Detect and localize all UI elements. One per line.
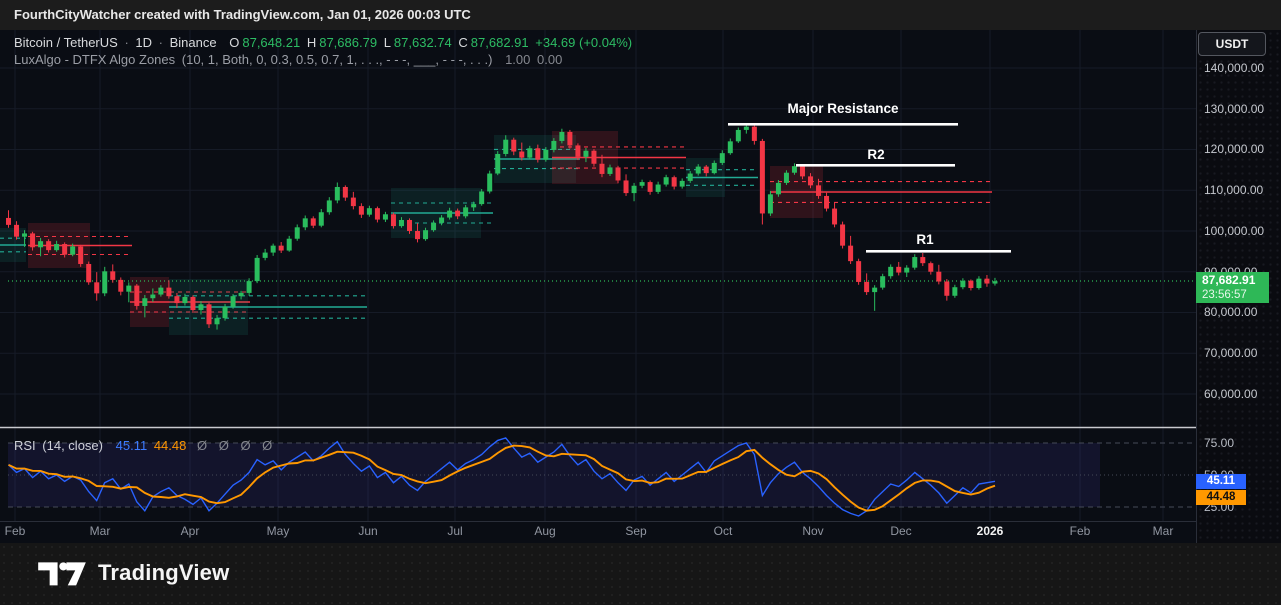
symbol-legend-row[interactable]: Bitcoin / TetherUS · 1D · Binance O87,64… [14, 35, 635, 50]
indicator-params: (10, 1, Both, 0, 0.3, 0.5, 0.7, 1, . . .… [182, 52, 493, 67]
rsi-params: (14, close) [42, 438, 103, 453]
rsi-ma-value: 44.48 [154, 438, 187, 453]
low-value: 87,632.74 [394, 35, 452, 50]
legend-separator: · [159, 35, 163, 50]
tradingview-logo[interactable]: TradingView [36, 558, 229, 588]
close-letter: C [458, 35, 467, 50]
current-price-badge: 87,682.91 23:56:57 [1196, 272, 1269, 303]
tradingview-brand-text: TradingView [98, 560, 229, 586]
indicator-legend-row[interactable]: LuxAlgo - DTFX Algo Zones (10, 1, Both, … [14, 52, 565, 67]
rsi-value: 45.11 [116, 438, 148, 453]
rsi-value-badge: 45.11 [1196, 474, 1246, 489]
exchange-label: Binance [170, 35, 217, 50]
rsi-hidden-values: Ø Ø Ø Ø [197, 438, 276, 453]
screenshot-title-bar: FourthCityWatcher created with TradingVi… [0, 0, 1281, 30]
current-price-value: 87,682.91 [1202, 273, 1269, 288]
rsi-legend-row[interactable]: RSI (14, close) 45.11 44.48 Ø Ø Ø Ø [14, 438, 279, 453]
tradingview-logo-icon [36, 558, 88, 588]
close-value: 87,682.91 [471, 35, 529, 50]
rsi-ma-badge: 44.48 [1196, 490, 1246, 505]
screenshot-title: FourthCityWatcher created with TradingVi… [14, 7, 471, 22]
high-letter: H [307, 35, 316, 50]
low-letter: L [384, 35, 391, 50]
currency-toggle-button[interactable]: USDT [1198, 32, 1266, 56]
tradingview-window: FourthCityWatcher created with TradingVi… [0, 0, 1281, 605]
chart-canvas [0, 0, 1281, 605]
indicator-value-2: 0.00 [537, 52, 562, 67]
bar-countdown: 23:56:57 [1202, 288, 1269, 303]
indicator-name: LuxAlgo - DTFX Algo Zones [14, 52, 175, 67]
rsi-name: RSI [14, 438, 36, 453]
open-letter: O [229, 35, 239, 50]
open-value: 87,648.21 [242, 35, 300, 50]
change-value: +34.69 (+0.04%) [535, 35, 632, 50]
timeframe-label: 1D [135, 35, 152, 50]
high-value: 87,686.79 [319, 35, 377, 50]
symbol-title: Bitcoin / TetherUS [14, 35, 118, 50]
legend-separator: · [124, 35, 128, 50]
indicator-value-1: 1.00 [505, 52, 530, 67]
